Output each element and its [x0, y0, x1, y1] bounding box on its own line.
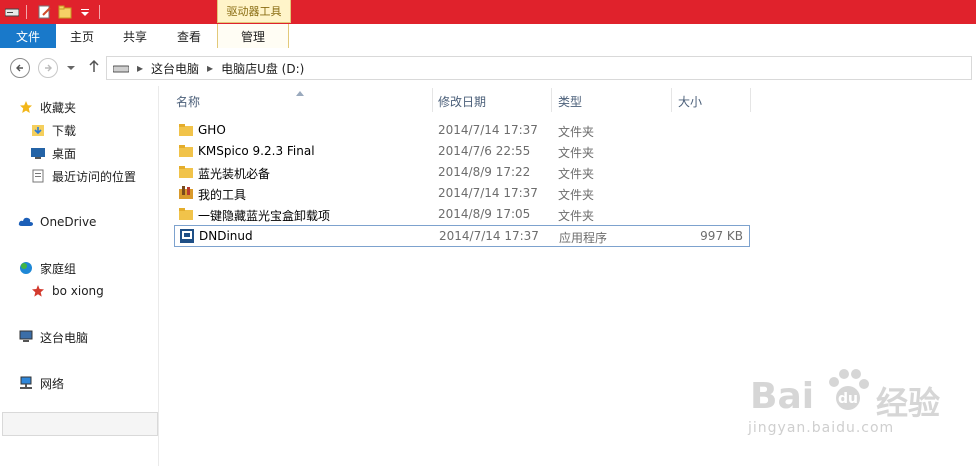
column-divider[interactable] — [671, 88, 672, 112]
nav-favorites[interactable]: 收藏夹 — [18, 97, 76, 117]
baidu-watermark: Bai du 经验 jingyan.baidu.com — [746, 358, 966, 458]
nav-desktop[interactable]: 桌面 — [30, 143, 76, 163]
nav-user[interactable]: bo xiong — [30, 281, 104, 301]
network-icon — [18, 375, 34, 391]
folder-icon — [178, 164, 194, 180]
breadcrumb-drive[interactable]: 电脑店U盘 (D:) — [221, 60, 304, 77]
recent-locations-button[interactable] — [66, 62, 76, 76]
tools-folder-icon — [178, 185, 194, 201]
watermark-brand: Bai — [750, 376, 815, 417]
application-icon — [179, 228, 195, 244]
back-button[interactable] — [10, 58, 30, 78]
recent-places-icon — [30, 168, 46, 184]
ribbon-tabs: 文件 主页 共享 查看 管理 — [0, 24, 976, 49]
up-button[interactable] — [88, 59, 100, 76]
up-arrow-icon — [89, 59, 99, 72]
nav-downloads[interactable]: 下载 — [30, 120, 76, 140]
column-divider[interactable] — [551, 88, 552, 112]
contextual-tab-drive-tools: 驱动器工具 — [217, 0, 291, 23]
folder-icon — [178, 122, 194, 138]
svg-text:du: du — [838, 391, 858, 407]
nav-network[interactable]: 网络 — [18, 373, 64, 393]
nav-onedrive[interactable]: OneDrive — [18, 212, 96, 232]
navigation-pane: 收藏夹 下载 桌面 最近访问的位置 OneDrive 家庭组 bo xiong … — [0, 86, 159, 466]
sort-arrow-icon — [296, 85, 304, 99]
drive-icon[interactable] — [4, 4, 20, 20]
tab-file[interactable]: 文件 — [0, 24, 56, 48]
file-row[interactable]: 蓝光装机必备 2014/8/9 17:22 文件夹 — [174, 162, 748, 182]
downloads-folder-icon — [30, 122, 46, 138]
file-row[interactable]: KMSpico 9.2.3 Final 2014/7/6 22:55 文件夹 — [174, 141, 748, 161]
forward-arrow-icon — [45, 64, 52, 72]
column-header-type[interactable]: 类型 — [558, 90, 582, 112]
tab-manage[interactable]: 管理 — [217, 24, 289, 48]
watermark-url: jingyan.baidu.com — [748, 420, 895, 436]
tab-view[interactable]: 查看 — [162, 24, 216, 48]
forward-button[interactable] — [38, 58, 58, 78]
back-arrow-icon — [16, 64, 23, 72]
properties-icon[interactable] — [37, 4, 53, 20]
column-divider[interactable] — [432, 88, 433, 112]
homegroup-icon — [18, 260, 34, 276]
file-row[interactable]: GHO 2014/7/14 17:37 文件夹 — [174, 120, 748, 140]
tab-share[interactable]: 共享 — [108, 24, 162, 48]
folder-icon — [178, 143, 194, 159]
selection-highlight — [2, 412, 158, 436]
nav-recent-places[interactable]: 最近访问的位置 — [30, 166, 136, 186]
star-icon — [18, 99, 34, 115]
qat-separator-2 — [99, 5, 100, 19]
folder-icon — [178, 206, 194, 222]
nav-homegroup[interactable]: 家庭组 — [18, 258, 76, 278]
title-bar: 驱动器工具 — [0, 0, 976, 24]
qat-dropdown-icon[interactable] — [77, 4, 93, 20]
breadcrumb-this-pc[interactable]: 这台电脑 — [151, 60, 199, 77]
watermark-brand-2: 经验 — [876, 384, 941, 422]
column-header-size[interactable]: 大小 — [678, 90, 702, 112]
drive-breadcrumb-icon — [113, 63, 129, 73]
cloud-icon — [18, 214, 34, 230]
computer-icon — [18, 329, 34, 345]
nav-this-pc[interactable]: 这台电脑 — [18, 327, 88, 347]
new-folder-icon[interactable] — [57, 4, 73, 20]
file-row[interactable]: 我的工具 2014/7/14 17:37 文件夹 — [174, 183, 748, 203]
paw-icon: du — [826, 368, 870, 419]
column-divider[interactable] — [750, 88, 751, 112]
column-header-name[interactable]: 名称 — [176, 90, 200, 112]
desktop-icon — [30, 145, 46, 161]
breadcrumb-separator-icon[interactable]: ▸ — [207, 61, 213, 75]
qat-separator — [26, 5, 27, 19]
chevron-down-icon — [67, 66, 75, 70]
address-bar[interactable]: ▸ 这台电脑 ▸ 电脑店U盘 (D:) — [106, 56, 972, 80]
user-icon — [30, 283, 46, 299]
file-row[interactable]: 一键隐藏蓝光宝盒卸载项 2014/8/9 17:05 文件夹 — [174, 204, 748, 224]
tab-home[interactable]: 主页 — [56, 24, 108, 48]
file-row-selected[interactable]: DNDinud 2014/7/14 17:37 应用程序 997 KB — [174, 225, 750, 247]
breadcrumb-separator-icon[interactable]: ▸ — [137, 61, 143, 75]
quick-access-toolbar — [0, 0, 106, 24]
column-header-date[interactable]: 修改日期 — [438, 90, 486, 112]
